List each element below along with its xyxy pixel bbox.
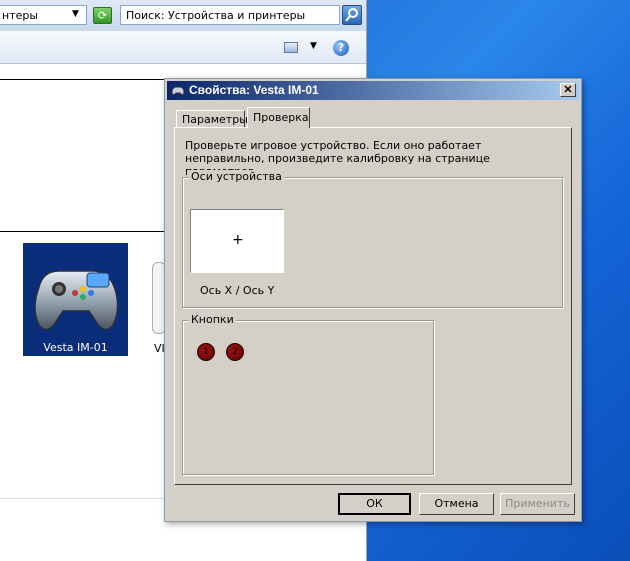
- button-indicator-1: 1: [197, 343, 215, 361]
- buttons-group-title: Кнопки: [189, 313, 236, 326]
- device-label: Vesta IM-01: [43, 341, 108, 354]
- button-indicator-2: 2: [226, 343, 244, 361]
- crosshair-icon: +: [232, 232, 244, 248]
- axes-group-title: Оси устройства: [189, 170, 284, 183]
- properties-dialog: Свойства: Vesta IM-01 ✕ Параметры Провер…: [164, 78, 582, 522]
- address-bar: нтеры ▼ ⟳ Поиск: Устройства и принтеры: [0, 0, 366, 32]
- tab-test[interactable]: Проверка: [247, 107, 310, 128]
- change-view-icon[interactable]: [284, 42, 298, 53]
- apply-button[interactable]: Применить: [500, 493, 575, 515]
- refresh-icon[interactable]: ⟳: [93, 7, 112, 24]
- buttons-groupbox: Кнопки: [182, 313, 434, 475]
- gamepad-small-icon: [171, 85, 185, 99]
- close-button[interactable]: ✕: [560, 83, 576, 97]
- chevron-down-icon[interactable]: ▼: [72, 9, 79, 19]
- xy-axis-display: +: [190, 209, 284, 273]
- device-vesta-im01[interactable]: Vesta IM-01: [23, 243, 128, 356]
- view-dropdown-icon[interactable]: ▼: [310, 41, 317, 51]
- axes-caption: Ось X / Ось Y: [200, 284, 275, 297]
- cancel-button[interactable]: Отмена: [419, 493, 494, 515]
- help-icon[interactable]: ?: [333, 40, 349, 56]
- search-icon[interactable]: [342, 5, 362, 25]
- dialog-titlebar[interactable]: Свойства: Vesta IM-01 ✕: [167, 81, 579, 100]
- gamepad-icon: [34, 270, 119, 331]
- tab-parameters[interactable]: Параметры: [176, 110, 248, 128]
- search-input[interactable]: Поиск: Устройства и принтеры: [120, 5, 340, 25]
- dialog-title: Свойства: Vesta IM-01: [189, 83, 319, 97]
- command-bar: ▼ ?: [0, 31, 366, 64]
- ok-button[interactable]: ОК: [338, 493, 411, 515]
